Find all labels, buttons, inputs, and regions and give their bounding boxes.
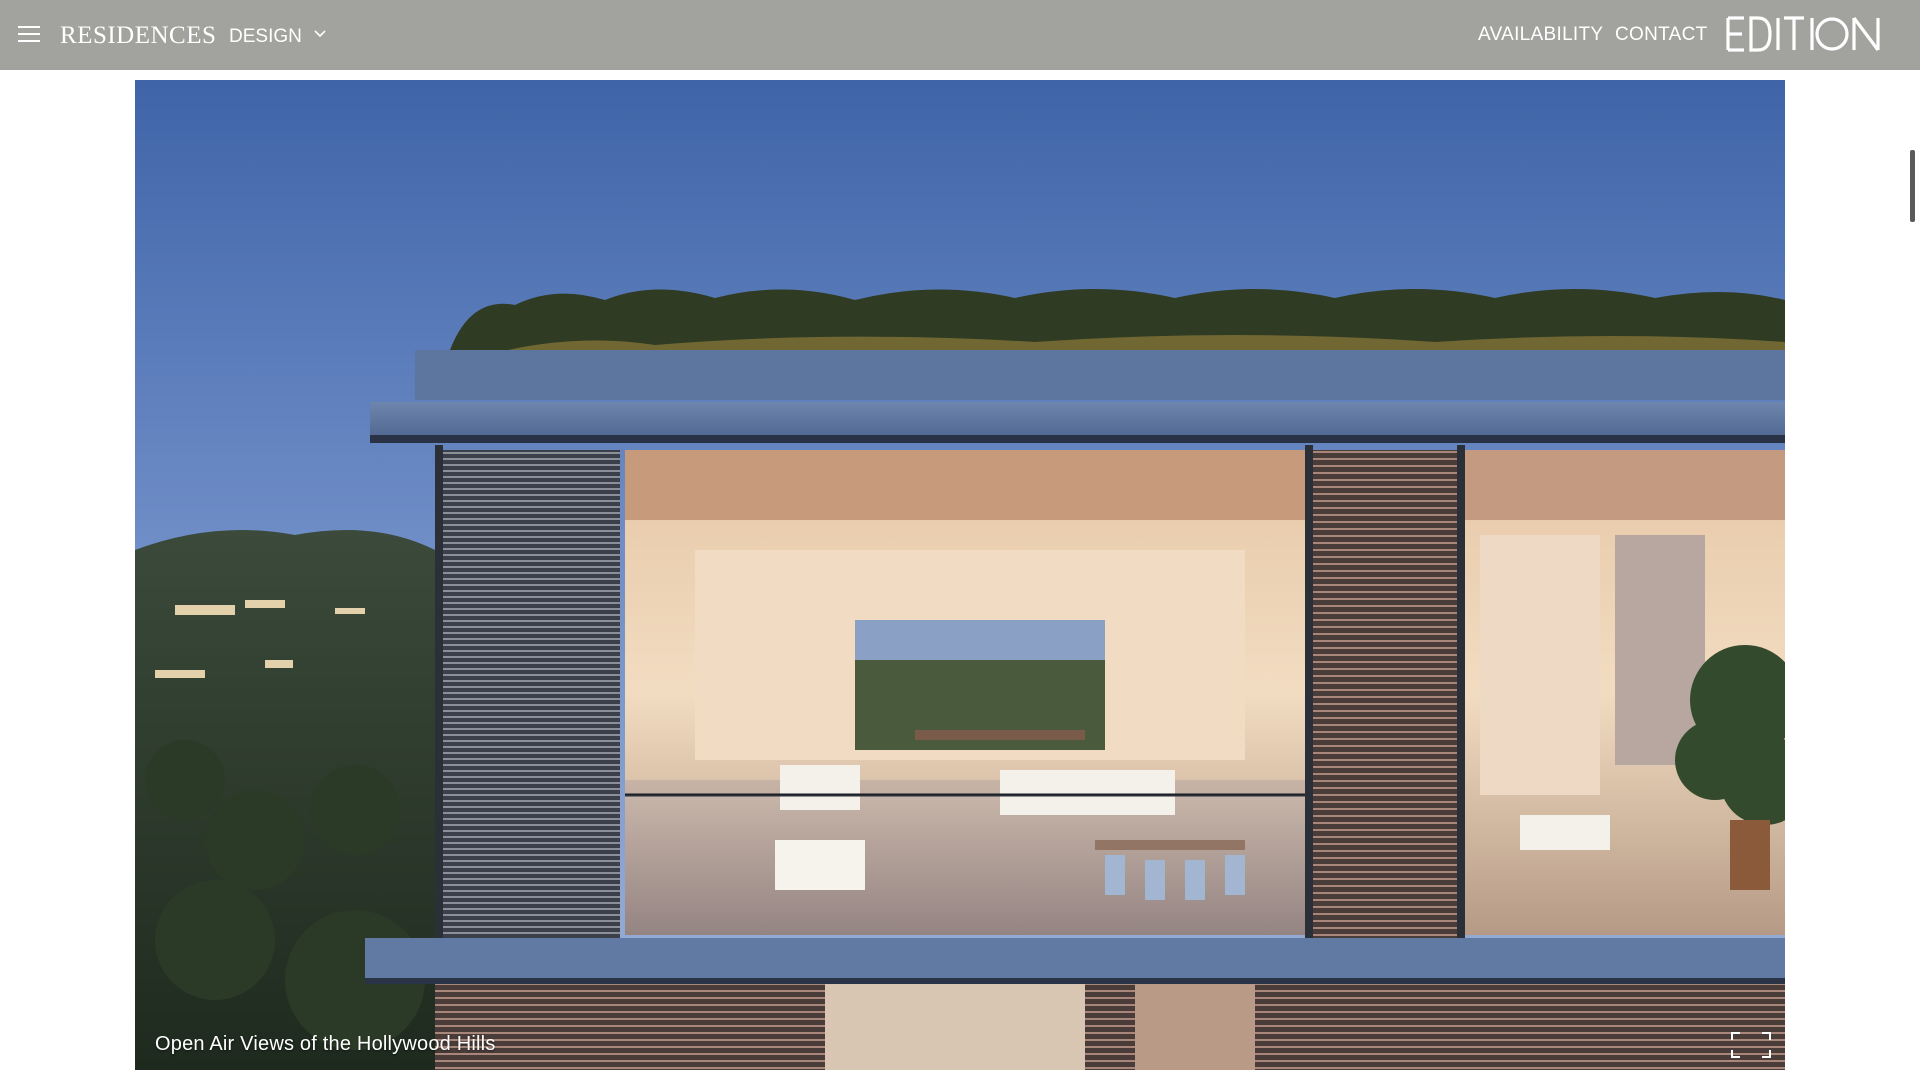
hamburger-menu-icon[interactable] — [18, 26, 40, 44]
slide-caption: Open Air Views of the Hollywood Hills — [155, 1033, 496, 1055]
edition-logo[interactable] — [1724, 12, 1884, 54]
top-navigation-bar: RESIDENCES DESIGN AVAILABILITY CONTACT — [0, 0, 1920, 70]
nav-contact-link[interactable]: CONTACT — [1615, 24, 1708, 46]
nav-availability-link[interactable]: AVAILABILITY — [1478, 24, 1603, 46]
fullscreen-icon[interactable] — [1731, 1032, 1771, 1058]
brand-residences-link[interactable]: RESIDENCES — [60, 22, 216, 50]
chevron-down-icon — [314, 22, 326, 44]
page-scrollbar-thumb[interactable] — [1910, 150, 1915, 222]
design-dropdown-label: DESIGN — [229, 26, 302, 47]
hero-image-slide[interactable]: Open Air Views of the Hollywood Hills — [135, 80, 1785, 1070]
design-dropdown[interactable]: DESIGN — [229, 26, 326, 48]
residence-terrace-render — [135, 80, 1785, 1070]
